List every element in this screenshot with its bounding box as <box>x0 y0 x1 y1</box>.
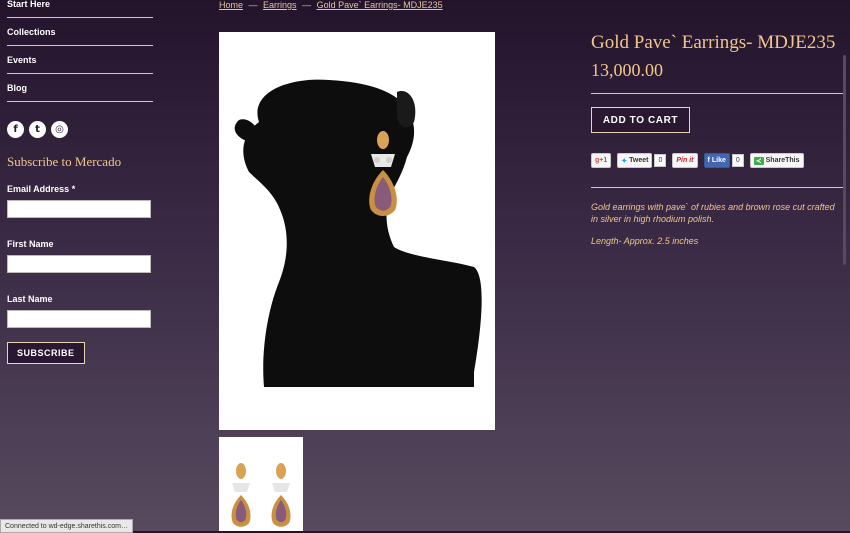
like-label: Like <box>711 157 726 164</box>
earring-pair-image <box>231 463 291 527</box>
bust-with-earring-image <box>234 79 482 388</box>
earring-top <box>377 131 389 149</box>
tweet-label: Tweet <box>629 157 649 164</box>
share-buttons: g+1 ✦ Tweet 0 Pin it f Like 0 ≺ ShareThi… <box>591 153 804 168</box>
breadcrumb-current[interactable]: Gold Pave` Earrings- MDJE235 <box>317 0 443 10</box>
twitter-bird-icon: ✦ <box>621 157 628 165</box>
email-label: Email Address * <box>7 184 76 194</box>
pinit-button[interactable]: Pin it <box>672 153 698 168</box>
social-links: f t ◎ <box>7 121 153 138</box>
first-name-label: First Name <box>7 239 54 249</box>
add-to-cart-button[interactable]: ADD TO CART <box>591 107 690 133</box>
breadcrumb-separator: — <box>302 0 312 10</box>
first-name-field[interactable] <box>7 255 151 273</box>
email-field[interactable] <box>7 200 151 218</box>
product-description: Gold earrings with pave` of rubies and b… <box>591 201 841 257</box>
breadcrumb: Home — Earrings — Gold Pave` Earrings- M… <box>219 0 443 10</box>
breadcrumb-separator: — <box>248 0 258 10</box>
nav-blog[interactable]: Blog <box>7 83 153 102</box>
breadcrumb-earrings[interactable]: Earrings <box>263 0 297 10</box>
product-title: Gold Pave` Earrings- MDJE235 <box>591 32 836 53</box>
twitter-icon[interactable]: t <box>29 121 46 138</box>
breadcrumb-home[interactable]: Home <box>219 0 243 10</box>
facebook-icon: f <box>707 157 710 164</box>
nav-start-here[interactable]: Start Here <box>7 0 153 18</box>
like-count: 0 <box>731 154 744 167</box>
instagram-icon[interactable]: ◎ <box>51 121 68 138</box>
nav-events[interactable]: Events <box>7 55 153 74</box>
nav-collections[interactable]: Collections <box>7 27 153 46</box>
google-plus-button[interactable]: g+1 <box>591 153 612 168</box>
last-name-field[interactable] <box>7 310 151 328</box>
divider <box>591 93 844 94</box>
product-thumbnail[interactable] <box>219 437 303 531</box>
facebook-icon[interactable]: f <box>7 121 24 138</box>
sidebar: Start Here Collections Events Blog f t ◎… <box>7 0 153 364</box>
scrollbar[interactable] <box>843 55 846 265</box>
share-icon: ≺ <box>753 156 764 165</box>
sharethis-button[interactable]: ≺ ShareThis <box>749 153 804 168</box>
subscribe-button[interactable]: SUBSCRIBE <box>7 342 85 364</box>
description-length: Length- Approx. 2.5 inches <box>591 236 699 246</box>
product-image[interactable] <box>219 32 495 430</box>
tweet-count: 0 <box>654 154 667 167</box>
description-paragraph: Gold earrings with pave` of rubies and b… <box>591 202 835 224</box>
divider <box>591 187 844 188</box>
product-price: 13,000.00 <box>591 60 663 80</box>
subscribe-title: Subscribe to Mercado <box>7 154 122 169</box>
tweet-button[interactable]: ✦ Tweet <box>617 153 653 168</box>
sharethis-label: ShareThis <box>765 157 800 164</box>
facebook-like-button[interactable]: f Like <box>703 153 730 168</box>
last-name-label: Last Name <box>7 294 53 304</box>
